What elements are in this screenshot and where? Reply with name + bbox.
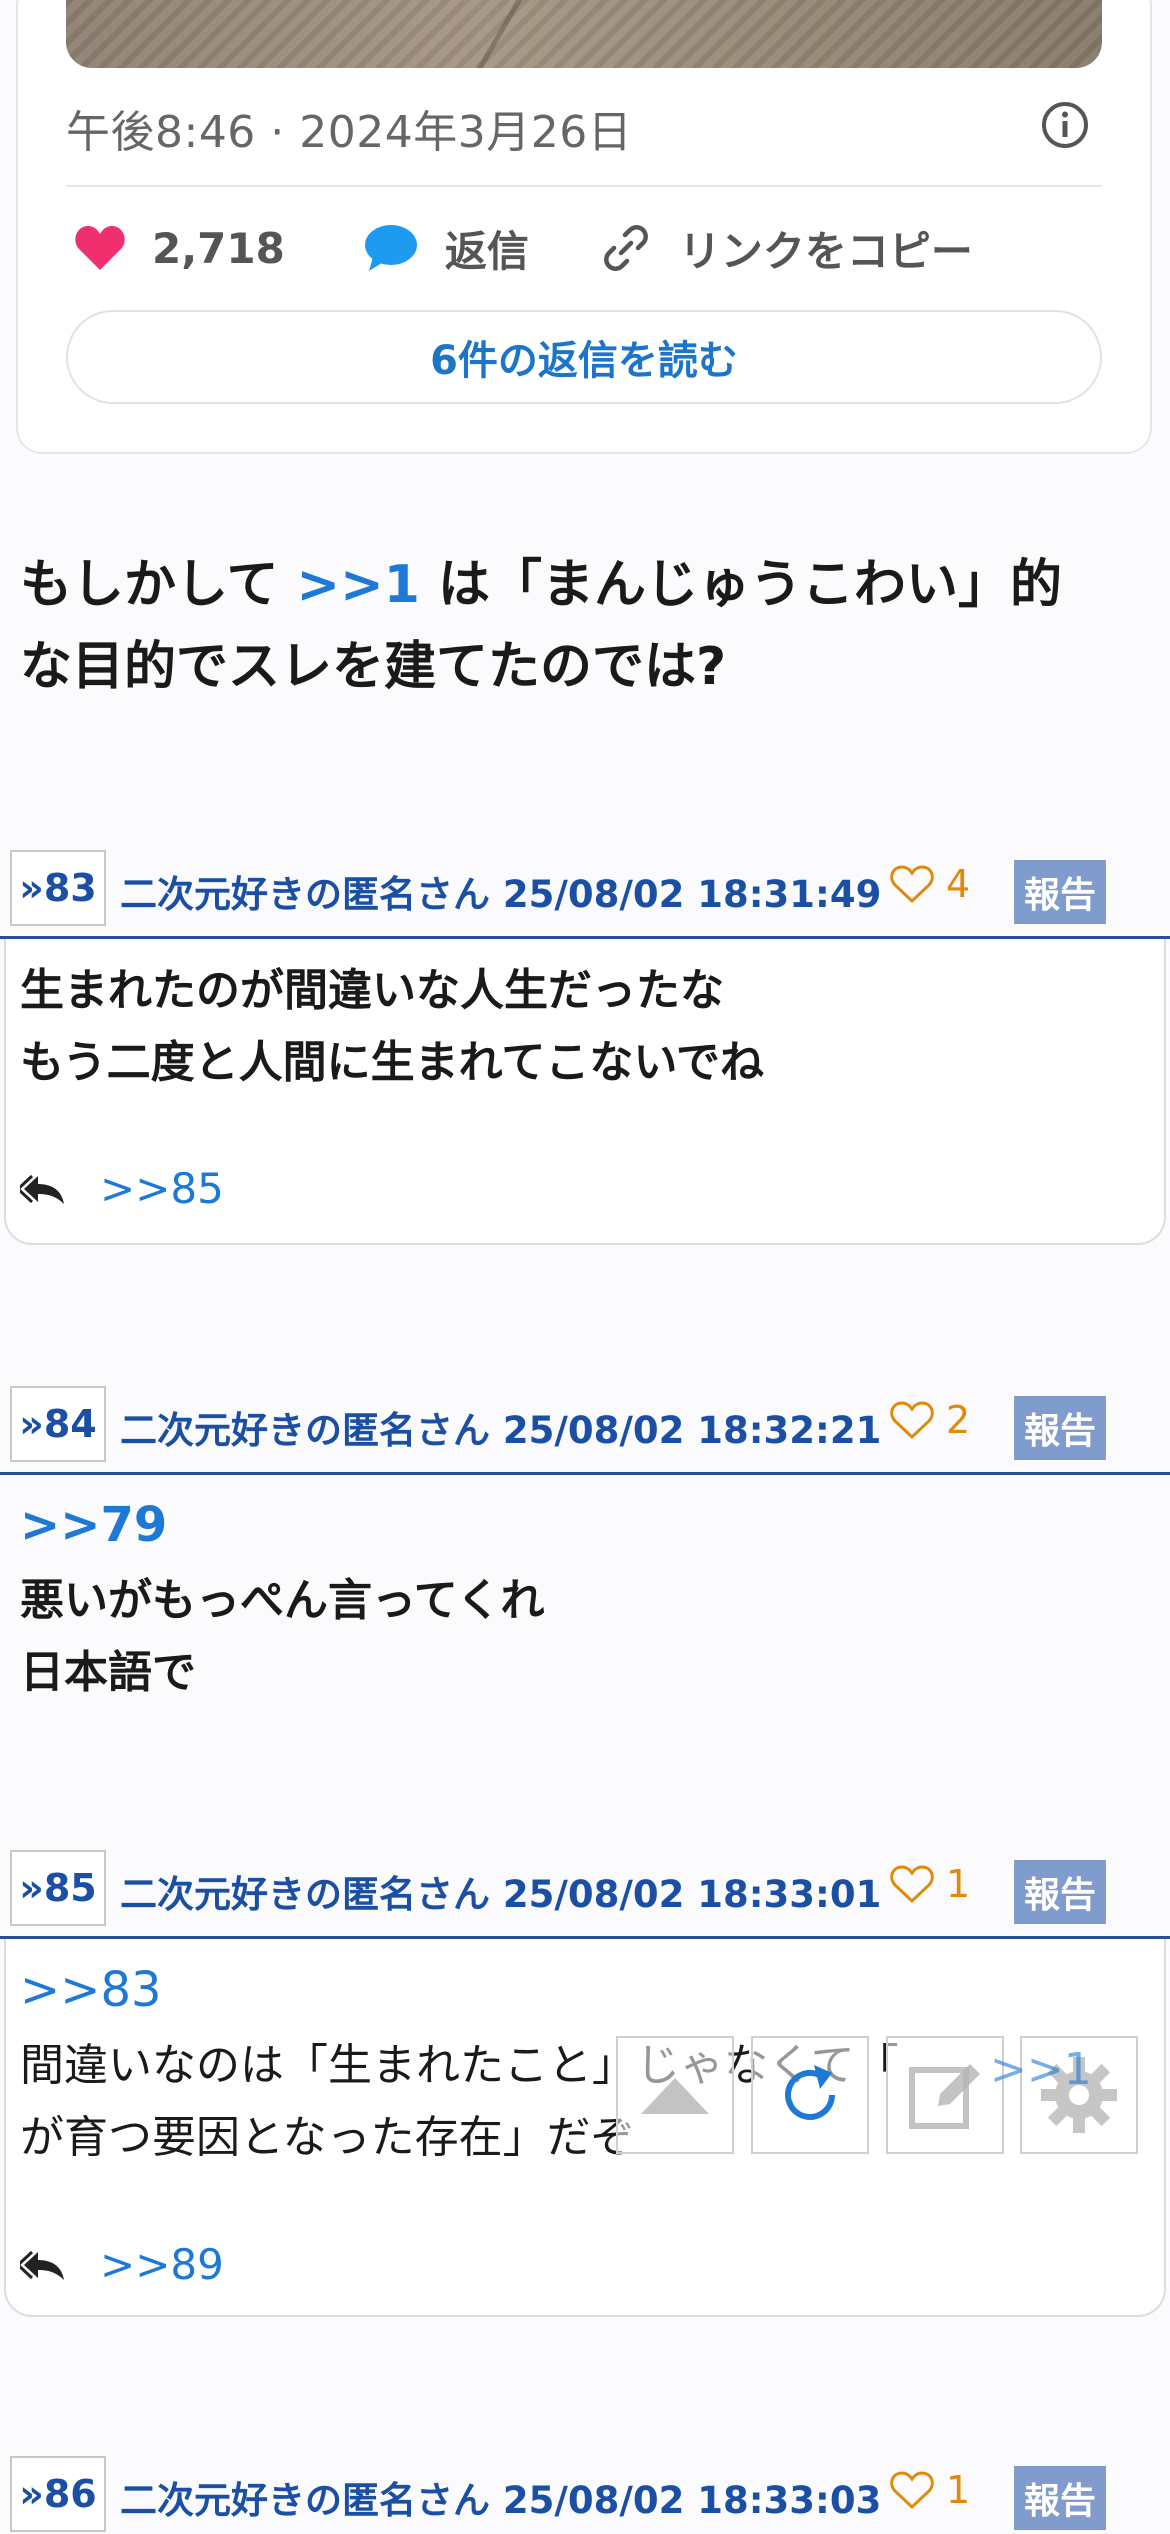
report-button[interactable]: 報告 — [1014, 1396, 1106, 1460]
report-button[interactable]: 報告 — [1014, 2466, 1106, 2530]
tweet-image[interactable] — [66, 0, 1102, 68]
response-body: 悪いがもっぺん言ってくれ 日本語で — [20, 1565, 544, 1709]
link-icon — [603, 225, 648, 271]
response-line: 生まれたのが間違いな人生だったな — [20, 965, 724, 1016]
tweet-timestamp: 午後8:46 · 2024年3月26日 — [66, 107, 633, 158]
speech-bubble-icon — [364, 225, 417, 271]
response-header: »84 二次元好きの匿名さん 25/08/02 18:32:21 2 報告 — [0, 1386, 1170, 1464]
response-line: 悪いがもっぺん言ってくれ — [20, 1575, 545, 1626]
response-divider — [0, 1472, 1170, 1475]
response-like[interactable]: 2 — [890, 1398, 970, 1442]
response-number[interactable]: »85 — [10, 1850, 106, 1926]
heart-icon — [75, 226, 125, 270]
response-like[interactable]: 1 — [890, 2468, 970, 2512]
reply-row: >>89 — [20, 2240, 224, 2289]
response-meta: 二次元好きの匿名さん 25/08/02 18:33:03 — [120, 2479, 882, 2522]
reply-label: 返信 — [444, 226, 529, 276]
copy-link-label: リンクをコピー — [678, 226, 973, 276]
arrow-up-icon — [641, 2078, 709, 2114]
response-like-count: 2 — [946, 1398, 971, 1442]
response-header: »86 二次元好きの匿名さん 25/08/02 18:33:03 1 報告 — [0, 2456, 1170, 2534]
response-meta: 二次元好きの匿名さん 25/08/02 18:33:01 — [120, 1873, 882, 1916]
post-text-suffix: は「まんじゅうこわい」的 — [419, 555, 1062, 615]
reply-anchor-link[interactable]: >>89 — [100, 2240, 224, 2289]
heart-outline-icon — [890, 865, 934, 904]
info-icon[interactable] — [1040, 100, 1090, 150]
scroll-top-button[interactable] — [616, 2036, 734, 2154]
response-line: 日本語で — [20, 1647, 196, 1698]
reply-action[interactable]: 返信 — [363, 218, 529, 279]
report-button[interactable]: 報告 — [1014, 1860, 1106, 1924]
response-number[interactable]: »86 — [10, 2456, 106, 2532]
response-anchor-link[interactable]: >>79 — [20, 1497, 167, 1553]
response-like-count: 1 — [946, 1862, 971, 1906]
edit-icon — [909, 2064, 980, 2129]
response-number[interactable]: »84 — [10, 1386, 106, 1462]
heart-outline-icon — [890, 2471, 934, 2510]
response-anchor-link[interactable]: >>83 — [20, 1962, 162, 2018]
response-number[interactable]: »83 — [10, 850, 106, 926]
response-like[interactable]: 1 — [890, 1862, 970, 1906]
response-meta: 二次元好きの匿名さん 25/08/02 18:32:21 — [120, 1409, 882, 1452]
refresh-icon — [785, 2065, 835, 2120]
response-body: 生まれたのが間違いな人生だったな もう二度と人間に生まれてこないでね — [20, 955, 764, 1099]
response-header: »83 二次元好きの匿名さん 25/08/02 18:31:49 4 報告 — [0, 850, 1170, 928]
reply-anchor-link[interactable]: >>85 — [100, 1164, 224, 1213]
post-anchor-link[interactable]: >>1 — [297, 555, 420, 615]
reply-row: >>85 — [20, 1164, 224, 1213]
response-like[interactable]: 4 — [890, 862, 970, 906]
tweet-actions: 2,718 返信 リンクをコピー — [66, 218, 973, 278]
like-count: 2,718 — [152, 223, 285, 273]
heart-outline-icon — [890, 1865, 934, 1904]
reply-arrow-icon — [20, 1174, 64, 1204]
overlay-anchor-link[interactable]: >>1 — [990, 2044, 1092, 2095]
response-like-count: 4 — [946, 862, 971, 906]
response-header: »85 二次元好きの匿名さん 25/08/02 18:33:01 1 報告 — [0, 1850, 1170, 1928]
read-replies-button[interactable]: 6件の返信を読む — [66, 310, 1102, 404]
copy-link-action[interactable]: リンクをコピー — [599, 218, 973, 279]
post-text: もしかして >>1 は「まんじゅうこわい」的 な目的でスレを建てたのでは? — [20, 544, 1062, 708]
compose-button[interactable] — [886, 2036, 1004, 2154]
response-like-count: 1 — [946, 2468, 971, 2512]
response-meta: 二次元好きの匿名さん 25/08/02 18:31:49 — [120, 873, 882, 916]
reply-arrow-icon — [20, 2250, 64, 2280]
like-action[interactable]: 2,718 — [74, 224, 285, 273]
response-line: もう二度と人間に生まれてこないでね — [20, 1037, 765, 1088]
post-text-prefix: もしかして — [20, 555, 297, 615]
report-button[interactable]: 報告 — [1014, 860, 1106, 924]
refresh-button[interactable] — [751, 2036, 869, 2154]
tweet-divider — [66, 185, 1102, 187]
post-text-line2: な目的でスレを建てたのでは? — [20, 637, 727, 697]
heart-outline-icon — [890, 1401, 934, 1440]
